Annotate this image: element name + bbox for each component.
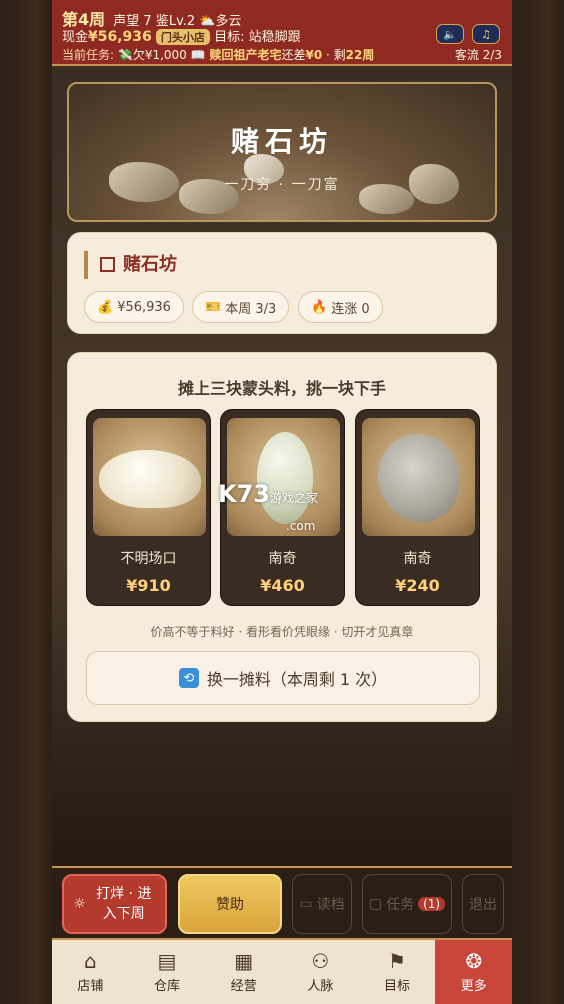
money-pill: 💰 ¥56,936 [84,291,184,323]
speaker-icon: 🔈 [443,27,457,41]
stone-price: ¥240 [395,576,440,595]
cash-value: ¥56,936 [88,29,152,45]
shop-badge: 门头小店 [155,29,210,45]
market-heading: 摊上三块蒙头料，挑一块下手 [177,379,386,398]
stone-name: 南奇 [403,551,432,567]
debt: 欠¥1,000 [132,48,187,62]
status-row-2: 现金¥56,936 门头小店 目标: 站稳脚跟 [62,26,301,45]
tasks-button[interactable]: ▢ 任务 (1) [362,874,452,934]
sponsor-label: 赞助 [216,897,244,913]
market-hint: 价高不等于料好 · 看形看价凭眼缘 · 切开才见真章 [150,625,414,639]
watermark-sub: 游戏之家 [270,491,319,505]
end-week-button[interactable]: ☼ 打烊 · 进入下周 [62,874,167,934]
watermark-domain: .com [286,519,316,533]
refresh-icon: ⟲ [178,668,199,688]
right-border [512,0,564,1004]
sponsor-button[interactable]: 赞助 [178,874,282,934]
stone-box-icon [100,257,115,272]
status-row-3: 当前任务: 💸欠¥1,000 📖 赎回祖产老宅还差¥0 · 剩22周 [62,46,374,63]
task-remain-label: 还差 [281,48,306,62]
weeks-left-label: · 剩 [326,48,346,62]
nav-label: 目标 [384,978,411,994]
nav-shop[interactable]: ⌂ 店铺 [52,940,129,1004]
music-icon: ♫ [481,27,491,41]
stone-card-3[interactable]: 南奇 ¥240 [355,409,480,606]
action-bar: ☼ 打烊 · 进入下周 赞助 ▭ 读档 ▢ 任务 (1) 退出 [52,866,512,938]
info-title-row: 赌石坊 [84,251,177,279]
bottom-nav: ⌂ 店铺 ▤ 仓库 ▦ 经营 ⚇ 人脉 ⚑ 目标 ❂ 更多 [52,938,513,1004]
fire-icon: 🔥 [311,299,328,315]
goal-icon: ⚑ [388,948,406,973]
stone-name: 南奇 [268,551,297,567]
stone-market-card: 摊上三块蒙头料，挑一块下手 不明场口 ¥910 南奇 ¥460 南奇 ¥240 … [67,352,497,722]
nav-label: 店铺 [77,978,104,994]
folder-icon: ▭ [299,896,313,912]
banner: 赌石坊 一刀穷 · 一刀富 [67,82,497,222]
left-border [0,0,52,1004]
nav-label: 仓库 [154,978,181,994]
watermark: K73游戏之家 .com [218,480,318,536]
main-panel: 赌石坊 一刀穷 · 一刀富 赌石坊 💰 ¥56,936 🎫 本周 3/3 🔥 连涨 0… [52,66,512,866]
info-card: 赌石坊 💰 ¥56,936 🎫 本周 3/3 🔥 连涨 0 [67,232,497,334]
money-value: ¥56,936 [117,299,171,315]
money-icon: 💸 [117,48,133,62]
streak-pill: 🔥 连涨 0 [298,291,383,323]
load-label: 读档 [316,897,345,913]
end-week-label: 打烊 · 进入下周 [96,886,152,922]
goal: 站稳脚跟 [248,30,301,45]
week-count: 本周 3/3 [225,301,277,317]
cash-label: 现金 [62,30,89,45]
swap-stones-button[interactable]: ⟲ 换一摊料（本周剩 1 次） [86,651,480,705]
stone-price: ¥910 [126,576,171,595]
stone-name: 不明场口 [120,551,177,567]
info-title: 赌石坊 [123,254,177,275]
nav-label: 经营 [230,978,257,994]
task-label: 当前任务: [62,48,115,62]
ticket-icon: 🎫 [205,299,222,315]
moneybag-icon: 💰 [97,299,114,315]
stone-card-1[interactable]: 不明场口 ¥910 [86,409,211,606]
task-icon: ▢ [368,896,383,912]
goal-label: 目标: [214,30,245,45]
status-bar: 第4周 声望 7 鉴Lv.2 ⛅多云 现金¥56,936 门头小店 目标: 站稳… [52,0,512,66]
week-count-pill: 🎫 本周 3/3 [192,291,290,323]
load-button[interactable]: ▭ 读档 [292,874,352,934]
tasks-label: 任务 [386,897,415,913]
nav-warehouse[interactable]: ▤ 仓库 [129,940,206,1004]
nav-business[interactable]: ▦ 经营 [205,940,282,1004]
nav-more[interactable]: ❂ 更多 [435,940,513,1004]
nav-goal[interactable]: ⚑ 目标 [359,940,436,1004]
stone-image [362,418,475,536]
sound-toggle[interactable]: 🔈 [436,24,464,44]
nav-label: 更多 [460,978,487,994]
customer-flow: 客流 2/3 [454,48,502,62]
shop-icon: ⌂ [83,948,97,973]
game-frame: 第4周 声望 7 鉴Lv.2 ⛅多云 现金¥56,936 门头小店 目标: 站稳… [0,0,564,1004]
banner-subtitle: 一刀穷 · 一刀富 [224,177,340,193]
banner-title: 赌石坊 [230,125,333,158]
watermark-brand: K73 [218,480,270,508]
book-icon: 📖 [190,48,206,62]
streak: 连涨 0 [331,301,370,317]
music-toggle[interactable]: ♫ [472,24,500,44]
business-icon: ▦ [234,948,254,973]
sun-icon: ☼ [73,896,86,912]
contacts-icon: ⚇ [311,948,330,973]
swap-label: 换一摊料（本周剩 1 次） [206,670,388,689]
weeks-left: 22周 [345,48,375,62]
exit-label: 退出 [469,897,497,913]
tasks-count-badge: (1) [418,897,446,911]
nav-label: 人脉 [307,978,334,994]
nav-contacts[interactable]: ⚇ 人脉 [282,940,359,1004]
exit-button[interactable]: 退出 [462,874,504,934]
warehouse-icon: ▤ [157,948,177,973]
task-remain: ¥0 [305,48,323,62]
task-name: 赎回祖产老宅 [209,48,282,62]
more-icon: ❂ [465,948,483,973]
stone-price: ¥460 [260,576,305,595]
stone-image [93,418,206,536]
